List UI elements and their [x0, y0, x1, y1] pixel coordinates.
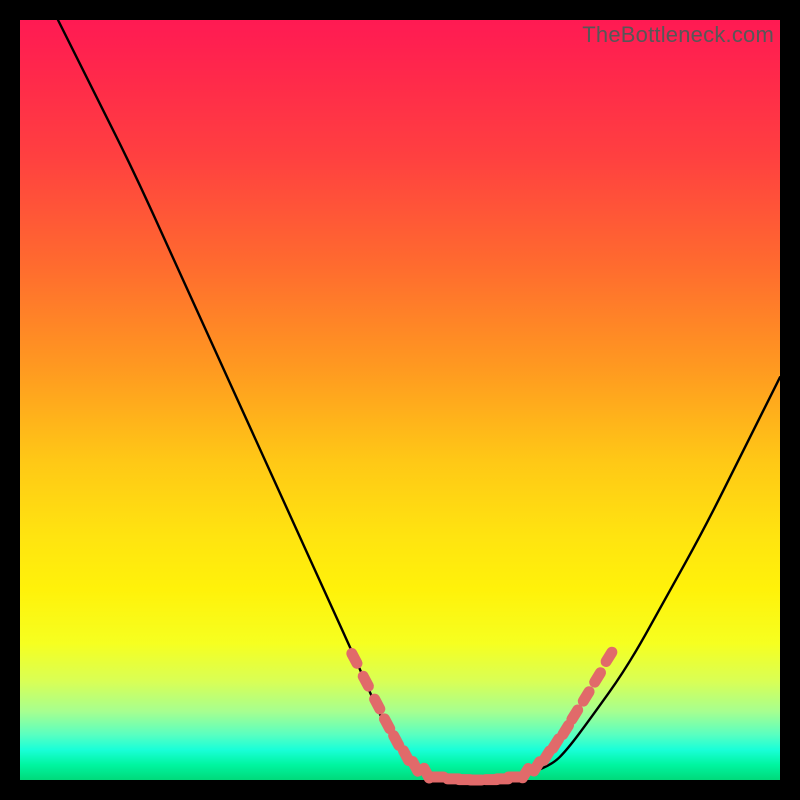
attribution-text: TheBottleneck.com [582, 22, 774, 48]
highlight-dot [352, 654, 357, 664]
highlight-dot [413, 762, 418, 772]
highlight-dot [563, 725, 569, 734]
highlight-dot [523, 769, 529, 778]
chart-frame: TheBottleneck.com [20, 20, 780, 780]
bottleneck-curve [58, 20, 780, 780]
highlight-dot [595, 673, 601, 682]
highlight-dot [606, 652, 612, 661]
highlight-dot [394, 736, 399, 746]
highlight-dot [363, 676, 368, 686]
highlight-dot [385, 719, 390, 729]
highlight-dot [553, 739, 559, 748]
highlight-dot [544, 751, 550, 760]
highlight-dot [583, 692, 589, 701]
highlight-dot-group [352, 652, 612, 780]
plot-area: TheBottleneck.com [20, 20, 780, 780]
highlight-dot [375, 699, 380, 709]
curve-layer [20, 20, 780, 780]
highlight-dot [572, 710, 578, 719]
highlight-dot [534, 762, 540, 771]
